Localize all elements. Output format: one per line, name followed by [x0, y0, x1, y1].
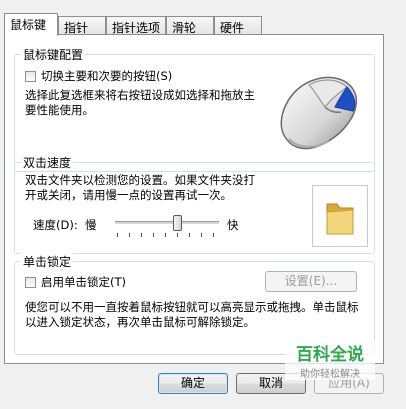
tab-buttons[interactable]: 鼠标键: [4, 13, 58, 36]
button-config-title: 鼠标键配置: [21, 46, 86, 63]
tab-pointer-options[interactable]: 指针选项: [106, 16, 166, 35]
click-lock-checkbox[interactable]: [25, 277, 36, 288]
tab-wheel[interactable]: 滑轮: [166, 16, 214, 35]
click-lock-settings-button[interactable]: 设置(E)...: [265, 271, 357, 292]
watermark: 百科全说 助你轻松解决: [285, 340, 375, 380]
watermark-main-text: 百科全说: [296, 345, 364, 365]
tab-panel: 鼠标键配置 切换主要和次要的按钮(S) 选择此复选框来将右按钮设成如选择和拖放主…: [4, 34, 384, 364]
double-click-title: 双击速度: [21, 154, 74, 171]
slow-label: 慢: [85, 218, 97, 232]
switch-buttons-label[interactable]: 切换主要和次要的按钮(S): [41, 68, 172, 84]
click-lock-description: 使您可以不用一直按着鼠标按钮就可以高亮显示或拖拽。单击鼠标以进入锁定状态，再次单…: [25, 300, 359, 329]
speed-slider-thumb[interactable]: [173, 215, 182, 231]
fast-label: 快: [227, 218, 239, 232]
double-click-description: 双击文件夹以检测您的设置。如果文件夹没打开或关闭，请用慢一点的设置再试一次。: [25, 173, 255, 202]
speed-slider[interactable]: [115, 213, 219, 239]
test-folder-area[interactable]: [312, 185, 368, 247]
click-lock-label[interactable]: 启用单击锁定(T): [41, 274, 126, 290]
tab-bar: 鼠标键 指针 指针选项 滑轮 硬件: [4, 13, 404, 36]
click-lock-title: 单击锁定: [21, 253, 74, 270]
speed-label: 速度(D):: [33, 218, 78, 232]
ok-button[interactable]: 确定: [158, 373, 228, 394]
tab-hardware[interactable]: 硬件: [214, 16, 262, 35]
watermark-sub-text: 助你轻松解决: [300, 369, 360, 380]
double-click-group: 双击速度 双击文件夹以检测您的设置。如果文件夹没打开或关闭，请用慢一点的设置再试…: [14, 154, 375, 254]
tab-pointers[interactable]: 指针: [58, 16, 106, 35]
switch-buttons-checkbox[interactable]: [25, 71, 36, 82]
folder-icon[interactable]: [313, 186, 367, 246]
mouse-icon: [280, 76, 358, 150]
button-config-description: 选择此复选框来将右按钮设成如选择和拖放主要性能使用。: [25, 88, 255, 117]
